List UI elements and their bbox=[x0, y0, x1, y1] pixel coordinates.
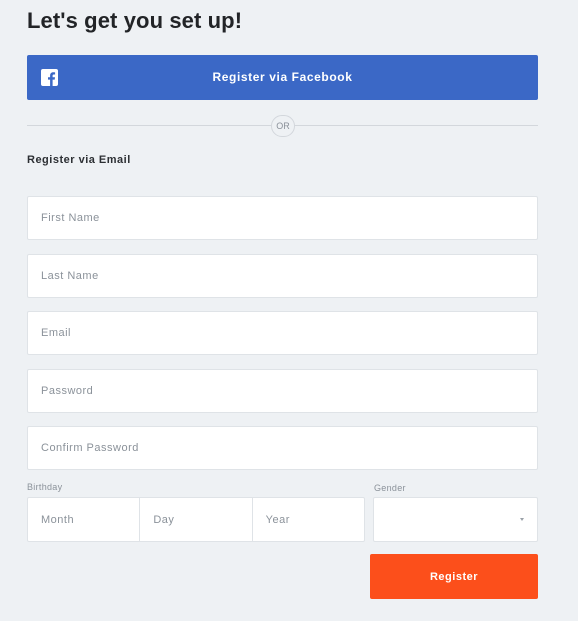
birthday-month-input[interactable] bbox=[28, 498, 141, 541]
birthday-fields bbox=[27, 497, 365, 542]
birthday-day-input[interactable] bbox=[140, 498, 253, 541]
caret-down-icon bbox=[520, 518, 524, 521]
first-name-input[interactable] bbox=[27, 196, 538, 240]
email-input[interactable] bbox=[27, 311, 538, 355]
birthday-year-input[interactable] bbox=[252, 498, 364, 541]
register-facebook-button[interactable]: Register via Facebook bbox=[27, 55, 538, 100]
page-title: Let's get you set up! bbox=[27, 8, 243, 33]
password-input[interactable] bbox=[27, 369, 538, 413]
registration-page: Let's get you set up! Register via Faceb… bbox=[0, 0, 578, 621]
confirm-password-input[interactable] bbox=[27, 426, 538, 470]
last-name-input[interactable] bbox=[27, 254, 538, 298]
birthday-label: Birthday bbox=[27, 482, 63, 492]
facebook-icon bbox=[41, 69, 58, 86]
or-separator: OR bbox=[271, 115, 295, 137]
gender-label: Gender bbox=[374, 483, 406, 493]
register-button[interactable]: Register bbox=[370, 554, 538, 599]
gender-select[interactable] bbox=[373, 497, 538, 542]
email-section-heading: Register via Email bbox=[27, 154, 131, 166]
register-facebook-label: Register via Facebook bbox=[212, 70, 353, 84]
